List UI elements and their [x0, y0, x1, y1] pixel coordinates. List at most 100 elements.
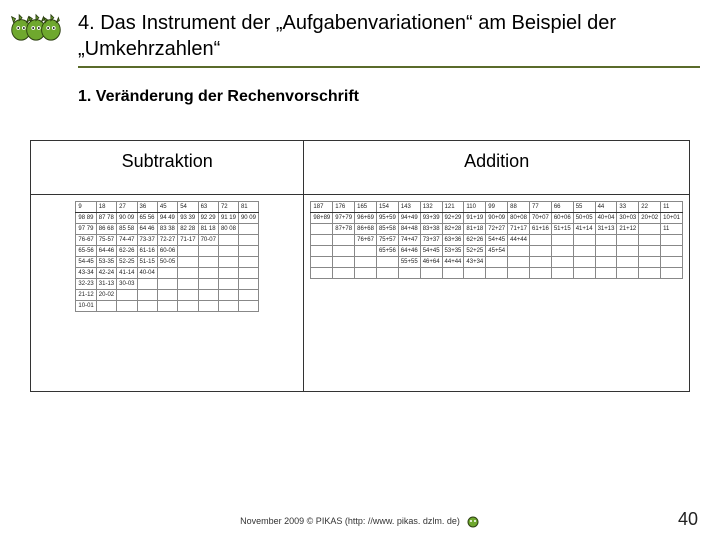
table-cell: 82+28: [442, 224, 464, 235]
table-cell: [178, 268, 198, 279]
table-cell: 62+26: [464, 235, 486, 246]
column-subtraction: Subtraktion 9182736455463728198 8987 789…: [31, 141, 303, 391]
table-cell: [137, 279, 157, 290]
table-cell: [661, 235, 683, 246]
table-cell: 65 56: [137, 213, 157, 224]
table-cell: [157, 268, 177, 279]
table-cell: [218, 279, 238, 290]
table-cell: 73+37: [420, 235, 442, 246]
table-cell: [573, 257, 595, 268]
table-cell: 91+19: [464, 213, 486, 224]
table-cell: 61+16: [529, 224, 551, 235]
table-cell: 46+64: [420, 257, 442, 268]
table-cell: [529, 235, 551, 246]
table-cell: 55+55: [398, 257, 420, 268]
table-cell: 83+38: [420, 224, 442, 235]
table-cell: 92+29: [442, 213, 464, 224]
table-cell: [238, 224, 258, 235]
table-header-cell: 72: [218, 202, 238, 213]
table-cell: 73-37: [137, 235, 157, 246]
table-cell: 81 18: [198, 224, 218, 235]
table-cell: 40-04: [137, 268, 157, 279]
table-cell: 72-27: [157, 235, 177, 246]
table-cell: 85+58: [376, 224, 398, 235]
table-cell: 94+49: [398, 213, 420, 224]
table-cell: 20+02: [639, 213, 661, 224]
table-cell: 52+25: [464, 246, 486, 257]
table-cell: [333, 246, 355, 257]
table-header-cell: 154: [376, 202, 398, 213]
table-cell: 74+47: [398, 235, 420, 246]
table-cell: [96, 301, 116, 312]
table-cell: [198, 279, 218, 290]
table-cell: [617, 246, 639, 257]
table-header-cell: 66: [551, 202, 573, 213]
table-cell: 90 09: [117, 213, 137, 224]
table-cell: 20-02: [96, 290, 116, 301]
header: 4. Das Instrument der „Aufgabenvariation…: [78, 10, 700, 62]
table-cell: [218, 257, 238, 268]
table-cell: 30+03: [617, 213, 639, 224]
table-cell: [639, 224, 661, 235]
table-header-cell: 176: [333, 202, 355, 213]
table-cell: [529, 257, 551, 268]
table-cell: [486, 268, 508, 279]
table-cell: 44+44: [442, 257, 464, 268]
table-cell: 86 68: [96, 224, 116, 235]
table-cell: [464, 268, 486, 279]
table-header-cell: 121: [442, 202, 464, 213]
table-cell: [198, 246, 218, 257]
table-cell: [639, 268, 661, 279]
table-cell: [218, 290, 238, 301]
slide: 4. Das Instrument der „Aufgabenvariation…: [0, 0, 720, 540]
table-cell: 75-57: [96, 235, 116, 246]
table-cell: [311, 246, 333, 257]
table-cell: [595, 246, 617, 257]
table-cell: [661, 268, 683, 279]
table-header-cell: 63: [198, 202, 218, 213]
table-cell: [551, 235, 573, 246]
table-cell: [639, 246, 661, 257]
column-body-left: 9182736455463728198 8987 7890 0965 5694 …: [31, 195, 303, 391]
column-heading-left: Subtraktion: [31, 141, 303, 195]
table-cell: [661, 246, 683, 257]
table-header-cell: 22: [639, 202, 661, 213]
page-number: 40: [678, 509, 698, 530]
table-header-cell: 110: [464, 202, 486, 213]
table-cell: [311, 268, 333, 279]
table-cell: [198, 290, 218, 301]
table-cell: 31+13: [595, 224, 617, 235]
table-cell: [617, 268, 639, 279]
table-cell: 54+45: [486, 235, 508, 246]
table-cell: [311, 257, 333, 268]
table-cell: [198, 257, 218, 268]
table-cell: [238, 290, 258, 301]
table-cell: [529, 268, 551, 279]
table-header-cell: 81: [238, 202, 258, 213]
table-cell: 97+79: [333, 213, 355, 224]
table-cell: [178, 290, 198, 301]
table-cell: [595, 235, 617, 246]
table-cell: 70+07: [529, 213, 551, 224]
table-header-cell: 36: [137, 202, 157, 213]
table-cell: 50+05: [573, 213, 595, 224]
footer-logo-icon: [466, 514, 480, 528]
table-cell: 96+69: [355, 213, 377, 224]
table-cell: 54+45: [420, 246, 442, 257]
table-cell: 81+18: [464, 224, 486, 235]
footer: November 2009 © PIKAS (http: //www. pika…: [0, 514, 720, 528]
table-cell: [218, 301, 238, 312]
table-cell: 71-17: [178, 235, 198, 246]
table-cell: [420, 268, 442, 279]
table-cell: [661, 257, 683, 268]
table-cell: 64 46: [137, 224, 157, 235]
table-cell: [157, 279, 177, 290]
table-cell: [508, 257, 530, 268]
table-cell: 21+12: [617, 224, 639, 235]
table-cell: 70-07: [198, 235, 218, 246]
table-cell: [333, 268, 355, 279]
footer-text: November 2009 © PIKAS (http: //www. pika…: [240, 516, 460, 526]
table-cell: [117, 290, 137, 301]
table-cell: [442, 268, 464, 279]
table-header-cell: 44: [595, 202, 617, 213]
